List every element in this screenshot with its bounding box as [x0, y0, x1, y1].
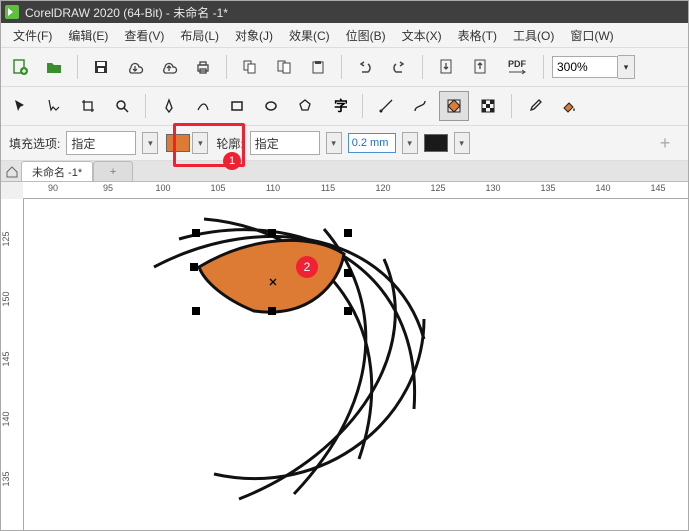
menu-tool[interactable]: 工具(O) — [505, 24, 562, 47]
selection-handle[interactable] — [268, 307, 276, 315]
redo-button[interactable] — [384, 52, 414, 82]
save-button[interactable] — [86, 52, 116, 82]
outline-color-swatch[interactable] — [424, 134, 448, 152]
rectangle-tool[interactable] — [222, 91, 252, 121]
dimension-tool[interactable] — [371, 91, 401, 121]
svg-text:字: 字 — [334, 98, 347, 114]
menu-window[interactable]: 窗口(W) — [562, 24, 621, 47]
filled-shape — [199, 240, 344, 312]
document-tabs: 未命名 -1* + — [1, 161, 688, 182]
smart-fill-tool[interactable] — [439, 91, 469, 121]
artwork — [24, 199, 684, 530]
separator — [341, 55, 342, 79]
cut-button[interactable] — [235, 52, 265, 82]
pen-tool[interactable] — [154, 91, 184, 121]
window-title: CorelDRAW 2020 (64-Bit) - 未命名 -1* — [25, 4, 228, 21]
print-button[interactable] — [188, 52, 218, 82]
undo-button[interactable] — [350, 52, 380, 82]
export-button[interactable] — [465, 52, 495, 82]
text-tool[interactable]: 字 — [324, 91, 354, 121]
cloud-down-button[interactable] — [120, 52, 150, 82]
separator — [145, 94, 146, 118]
fill-mode-dropdown[interactable]: ▾ — [142, 132, 158, 154]
paste-button[interactable] — [303, 52, 333, 82]
open-button[interactable] — [39, 52, 69, 82]
standard-toolbar: PDF ▾ — [1, 48, 688, 87]
cloud-up-button[interactable] — [154, 52, 184, 82]
selection-handle[interactable] — [344, 269, 352, 277]
fill-mode-select[interactable]: 指定 — [66, 131, 136, 155]
zoom-control: ▾ — [552, 55, 635, 79]
fill-label: 填充选项: — [9, 135, 60, 152]
ellipse-tool[interactable] — [256, 91, 286, 121]
selection-handle[interactable] — [190, 263, 198, 271]
workarea: 125 150 145 140 135 — [1, 199, 688, 530]
ruler-vertical[interactable]: 125 150 145 140 135 — [1, 199, 24, 530]
polygon-tool[interactable] — [290, 91, 320, 121]
zoom-dropdown[interactable]: ▾ — [618, 55, 635, 79]
copy-button[interactable] — [269, 52, 299, 82]
add-preset-button[interactable]: + — [650, 128, 680, 158]
home-tab[interactable] — [3, 163, 21, 181]
artistic-media-tool[interactable] — [188, 91, 218, 121]
pick-tool[interactable] — [5, 91, 35, 121]
toolbox-row: 字 — [1, 87, 688, 126]
outline-width-input[interactable] — [348, 133, 396, 153]
menu-effect[interactable]: 效果(C) — [281, 24, 338, 47]
separator — [422, 55, 423, 79]
separator — [543, 55, 544, 79]
connector-tool[interactable] — [405, 91, 435, 121]
app-window: CorelDRAW 2020 (64-Bit) - 未命名 -1* 文件(F) … — [0, 0, 689, 531]
outline-mode-select[interactable]: 指定 — [250, 131, 320, 155]
zoom-tool[interactable] — [107, 91, 137, 121]
fill-color-swatch[interactable] — [166, 134, 190, 152]
fill-color-group: ▾ — [164, 130, 210, 156]
tab-document[interactable]: 未命名 -1* — [21, 161, 93, 181]
import-button[interactable] — [431, 52, 461, 82]
fill-color-dropdown[interactable]: ▾ — [192, 132, 208, 154]
outline-color-dropdown[interactable]: ▾ — [454, 132, 470, 154]
separator — [511, 94, 512, 118]
drawing-canvas[interactable]: 2 — [24, 199, 688, 530]
outline-label: 轮廓: — [216, 135, 243, 152]
new-button[interactable] — [5, 52, 35, 82]
tab-new[interactable]: + — [93, 161, 133, 181]
separator — [226, 55, 227, 79]
eyedropper-tool[interactable] — [520, 91, 550, 121]
pdf-button[interactable]: PDF — [499, 52, 535, 82]
menu-text[interactable]: 文本(X) — [394, 24, 450, 47]
fill-tool[interactable] — [554, 91, 584, 121]
menubar: 文件(F) 编辑(E) 查看(V) 布局(L) 对象(J) 效果(C) 位图(B… — [1, 23, 688, 48]
menu-edit[interactable]: 编辑(E) — [60, 24, 116, 47]
selection-handle[interactable] — [344, 229, 352, 237]
transparency-tool[interactable] — [473, 91, 503, 121]
ruler-horizontal[interactable]: 90 95 100 105 110 115 120 125 130 135 14… — [23, 182, 688, 199]
property-bar: 填充选项: 指定 ▾ ▾ 轮廓: 指定 ▾ ▾ ▾ + 1 — [1, 126, 688, 161]
titlebar: CorelDRAW 2020 (64-Bit) - 未命名 -1* — [1, 1, 688, 23]
crop-tool[interactable] — [73, 91, 103, 121]
menu-table[interactable]: 表格(T) — [450, 24, 505, 47]
selection-handle[interactable] — [344, 307, 352, 315]
menu-layout[interactable]: 布局(L) — [172, 24, 227, 47]
menu-bitmap[interactable]: 位图(B) — [338, 24, 394, 47]
selection-handle[interactable] — [192, 229, 200, 237]
selection-handle[interactable] — [192, 307, 200, 315]
selection-handle[interactable] — [268, 229, 276, 237]
app-icon — [5, 5, 19, 19]
menu-object[interactable]: 对象(J) — [227, 24, 281, 47]
separator — [77, 55, 78, 79]
menu-view[interactable]: 查看(V) — [116, 24, 172, 47]
zoom-input[interactable] — [552, 56, 618, 78]
outline-width-dropdown[interactable]: ▾ — [402, 132, 418, 154]
outline-mode-dropdown[interactable]: ▾ — [326, 132, 342, 154]
shape-tool[interactable] — [39, 91, 69, 121]
menu-file[interactable]: 文件(F) — [5, 24, 60, 47]
separator — [362, 94, 363, 118]
